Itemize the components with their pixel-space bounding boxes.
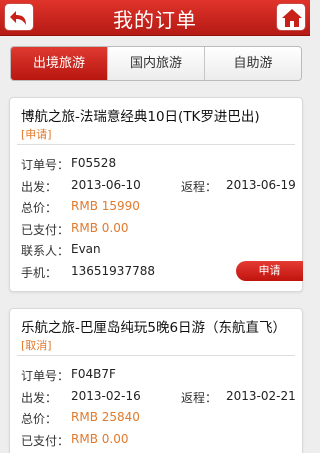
depart-date: 2013-02-16 [71, 389, 141, 403]
apply-button[interactable]: 申请 [236, 261, 303, 281]
depart-label: 出发： [21, 180, 58, 194]
return-date: 2013-02-21 [226, 389, 296, 403]
tab-bar: 出境旅游 国内旅游 自助游 [10, 46, 302, 81]
paid-value: RMB 0.00 [71, 221, 129, 235]
app-header: 我的订单 [0, 0, 310, 36]
order-number-label: 订单号： [21, 158, 70, 172]
return-label: 返程： [181, 391, 218, 405]
phone-value: 13651937788 [71, 264, 155, 278]
contact-label: 联系人： [21, 244, 70, 258]
contact-value: Evan [71, 242, 101, 256]
total-price-value: RMB 15990 [71, 199, 140, 213]
divider [17, 144, 295, 145]
tab-outbound-travel[interactable]: 出境旅游 [11, 47, 107, 80]
order-number-label: 订单号： [21, 369, 70, 383]
order-card[interactable]: 博航之旅-法瑞意经典10日(TK罗进巴出) [申请] 订单号： F05528 出… [9, 97, 303, 292]
total-price-label: 总价： [21, 412, 58, 426]
tab-self-guided-travel[interactable]: 自助游 [204, 47, 301, 80]
trip-title: 乐航之旅-巴厘岛纯玩5晚6日游（东航直飞） [21, 320, 287, 336]
home-icon [282, 9, 302, 27]
page-title: 我的订单 [113, 8, 197, 32]
trip-title: 博航之旅-法瑞意经典10日(TK罗进巴出) [21, 109, 260, 125]
order-card[interactable]: 乐航之旅-巴厘岛纯玩5晚6日游（东航直飞） [取消] 订单号： F04B7F 出… [9, 308, 303, 453]
home-button[interactable] [276, 3, 306, 31]
order-number-value: F05528 [71, 156, 117, 170]
total-price-value: RMB 25840 [71, 410, 140, 424]
return-date: 2013-06-19 [226, 178, 296, 192]
return-label: 返程： [181, 180, 218, 194]
phone-label: 手机： [21, 266, 58, 280]
order-status: [申请] [21, 128, 52, 141]
tab-domestic-travel[interactable]: 国内旅游 [107, 47, 204, 80]
paid-label: 已支付： [21, 223, 70, 237]
paid-label: 已支付： [21, 434, 70, 448]
order-number-value: F04B7F [71, 367, 116, 381]
depart-label: 出发： [21, 391, 58, 405]
total-price-label: 总价： [21, 201, 58, 215]
paid-value: RMB 0.00 [71, 432, 129, 446]
divider [17, 355, 295, 356]
depart-date: 2013-06-10 [71, 178, 141, 192]
order-status: [取消] [21, 339, 52, 352]
